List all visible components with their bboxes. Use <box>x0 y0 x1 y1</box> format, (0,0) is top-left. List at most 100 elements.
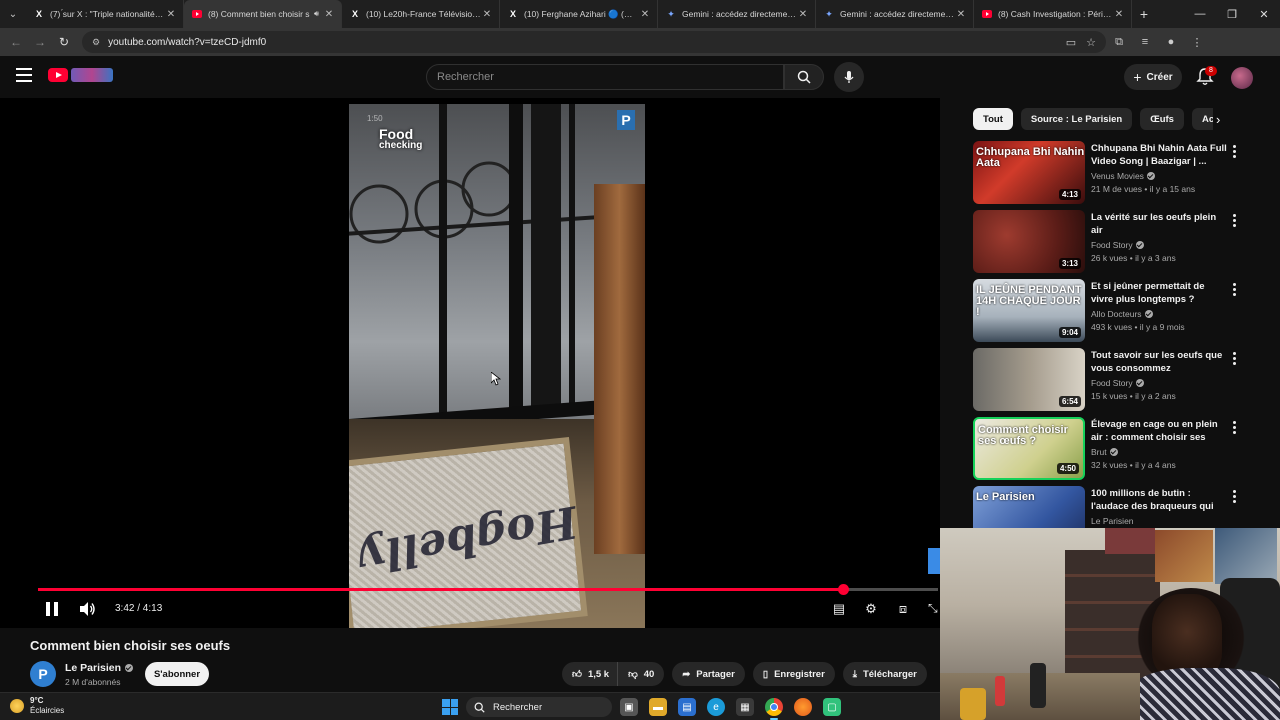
close-window-icon[interactable]: ✕ <box>1248 0 1280 28</box>
tab-close-icon[interactable]: ✕ <box>639 9 651 20</box>
progress-bar[interactable] <box>38 584 938 595</box>
more-options-icon[interactable] <box>1231 490 1237 503</box>
voice-search-button[interactable] <box>834 62 864 92</box>
profile-icon[interactable]: ● <box>1158 36 1184 48</box>
pause-button[interactable] <box>44 600 60 618</box>
maximize-icon[interactable]: ❐ <box>1216 0 1248 28</box>
reading-list-icon[interactable]: ≡ <box>1132 36 1158 48</box>
filter-chip[interactable]: Source : Le Parisien <box>1020 108 1133 130</box>
recommended-channel-name[interactable]: Food Story <box>1091 378 1133 388</box>
tab-close-icon[interactable]: ✕ <box>1113 9 1125 20</box>
recommended-video-title[interactable]: Et si jeûner permettait de vivre plus lo… <box>1091 280 1227 306</box>
recommended-channel-name[interactable]: Brut <box>1091 447 1107 457</box>
video-frame[interactable]: Hogbelly 1:50 Food checking P <box>349 104 645 628</box>
address-bar[interactable]: ⚙ youtube.com/watch?v=tzeCD-jdmf0 ▭ ☆ <box>82 31 1106 53</box>
youtube-logo[interactable] <box>48 68 113 82</box>
channel-name[interactable]: Le Parisien <box>65 662 121 674</box>
subscribe-button[interactable]: S'abonner <box>145 662 209 686</box>
recommended-video[interactable]: Comment choisir ses œufs ? 4:50 Élevage en… <box>973 417 1253 481</box>
store-icon[interactable]: ▦ <box>736 698 754 716</box>
filter-chip[interactable]: Tout <box>973 108 1013 130</box>
fullscreen-icon[interactable]: ⤡ <box>928 601 938 616</box>
recommended-video[interactable]: IL JEÛNE PENDANT 14H CHAQUE JOUR ! 9:04 Et… <box>973 279 1253 343</box>
search-button[interactable] <box>784 64 824 90</box>
minimize-icon[interactable]: — <box>1184 0 1216 28</box>
guide-menu-icon[interactable] <box>16 68 32 82</box>
firefox-icon[interactable] <box>794 698 812 716</box>
forward-arrow-icon[interactable]: → <box>28 30 52 54</box>
side-panel-tab[interactable] <box>928 548 940 574</box>
save-button[interactable]: ▯ Enregistrer <box>752 662 835 686</box>
back-arrow-icon[interactable]: ← <box>4 30 28 54</box>
recommended-video[interactable]: 6:54 Tout savoir sur les oeufs que vous c… <box>973 348 1253 412</box>
subtitles-icon[interactable]: ▤ <box>830 600 848 618</box>
reload-icon[interactable]: ↻ <box>52 30 76 54</box>
channel-name-row[interactable]: Le Parisien <box>65 662 134 674</box>
filter-chip[interactable]: Œufs <box>1140 108 1184 130</box>
video-thumbnail[interactable]: Chhupana Bhi Nahin Aata 4:13 <box>973 141 1085 204</box>
bookmark-star-icon[interactable]: ☆ <box>1086 36 1096 49</box>
chips-next-chevron-icon[interactable]: › <box>1216 112 1220 127</box>
video-thumbnail[interactable]: IL JEÛNE PENDANT 14H CHAQUE JOUR ! 9:04 <box>973 279 1085 342</box>
video-thumbnail[interactable]: 3:13 <box>973 210 1085 273</box>
weather-widget[interactable]: 9°C Éclaircies <box>10 696 64 716</box>
video-thumbnail[interactable]: Le Parisien <box>973 486 1085 528</box>
tab-close-icon[interactable]: ✕ <box>797 9 809 20</box>
tab-close-icon[interactable]: ✕ <box>481 9 493 20</box>
extensions-icon[interactable]: ⧉ <box>1106 36 1132 49</box>
share-button[interactable]: ➦ Partager <box>672 662 745 686</box>
video-thumbnail[interactable]: 6:54 <box>973 348 1085 411</box>
browser-tab[interactable]: (8) Cash Investigation : Périscol ✕ <box>974 0 1132 28</box>
scrubber-handle[interactable] <box>837 584 849 595</box>
recommended-channel-name[interactable]: Venus Movies <box>1091 171 1144 181</box>
volume-icon[interactable] <box>78 600 96 618</box>
video-player[interactable]: Hogbelly 1:50 Food checking P <box>0 98 940 628</box>
browser-tab[interactable]: X (7) ́sur X : "Triple nationalité fran ✕ <box>26 0 184 28</box>
tab-close-icon[interactable]: ✕ <box>165 9 177 20</box>
file-explorer-icon[interactable]: ▬ <box>649 698 667 716</box>
chat-app-icon[interactable]: ▢ <box>823 698 841 716</box>
recommended-video-title[interactable]: Tout savoir sur les oeufs que vous conso… <box>1091 349 1227 375</box>
miniplayer-icon[interactable]: ⧈ <box>894 600 912 618</box>
browser-tab[interactable]: ✦ Gemini : accédez directement à ✕ <box>658 0 816 28</box>
search-input[interactable]: Rechercher <box>426 64 784 90</box>
download-button[interactable]: ⤓ Télécharger <box>842 662 927 686</box>
more-options-icon[interactable] <box>1231 214 1237 227</box>
site-info-icon[interactable]: ⚙ <box>92 37 100 48</box>
browser-tab[interactable]: X (10) Le20h-France Télévisions s ✕ <box>342 0 500 28</box>
recommended-channel-name[interactable]: Allo Docteurs <box>1091 309 1142 319</box>
recommended-video[interactable]: Le Parisien 100 millions de butin : l'aud… <box>973 486 1253 528</box>
recommended-video-title[interactable]: Élevage en cage ou en plein air : commen… <box>1091 418 1227 444</box>
recommended-video[interactable]: 3:13 La vérité sur les oeufs plein air Foo… <box>973 210 1253 274</box>
windows-start-icon[interactable] <box>442 699 458 715</box>
tab-close-icon[interactable]: ✕ <box>955 9 967 20</box>
tab-search-chevron-icon[interactable]: ⌄ <box>0 0 26 28</box>
new-tab-button[interactable]: + <box>1132 6 1156 22</box>
taskbar-search[interactable]: Rechercher <box>466 697 612 717</box>
more-options-icon[interactable] <box>1231 283 1237 296</box>
channel-avatar[interactable]: P <box>30 661 56 687</box>
recommended-video-title[interactable]: Chhupana Bhi Nahin Aata Full Video Song … <box>1091 142 1227 168</box>
word-app-icon[interactable]: ▤ <box>678 698 696 716</box>
recommended-video-title[interactable]: 100 millions de butin : l'audace des bra… <box>1091 487 1227 513</box>
browser-tab[interactable]: (8) Comment bien choisir s 🔊︎ ✕ <box>184 0 342 28</box>
cast-icon[interactable]: ▭ <box>1066 36 1076 49</box>
settings-gear-icon[interactable]: ⚙ <box>862 600 880 618</box>
recommended-channel-name[interactable]: Le Parisien <box>1091 516 1134 526</box>
create-button[interactable]: + Créer <box>1124 64 1182 90</box>
edge-browser-icon[interactable]: e <box>707 698 725 716</box>
recommended-video[interactable]: Chhupana Bhi Nahin Aata 4:13 Chhupana Bhi … <box>973 141 1253 205</box>
browser-tab[interactable]: ✦ Gemini : accédez directement à ✕ <box>816 0 974 28</box>
chrome-browser-icon[interactable] <box>765 698 783 720</box>
browser-tab[interactable]: X (10) Ferghane Azihari 🔵 (@Fe ✕ <box>500 0 658 28</box>
dislike-button[interactable]: 👎︎ 40 <box>617 662 665 686</box>
more-options-icon[interactable] <box>1231 421 1237 434</box>
more-options-icon[interactable] <box>1231 145 1237 158</box>
like-button[interactable]: 👍︎ 1,5 k <box>562 662 618 686</box>
task-view-icon[interactable]: ▣ <box>620 698 638 716</box>
browser-menu-icon[interactable]: ⋮ <box>1184 36 1210 49</box>
video-thumbnail[interactable]: Comment choisir ses œufs ? 4:50 <box>973 417 1085 480</box>
tab-audio-icon[interactable]: 🔊︎ <box>314 9 319 19</box>
more-options-icon[interactable] <box>1231 352 1237 365</box>
recommended-video-title[interactable]: La vérité sur les oeufs plein air <box>1091 211 1227 237</box>
